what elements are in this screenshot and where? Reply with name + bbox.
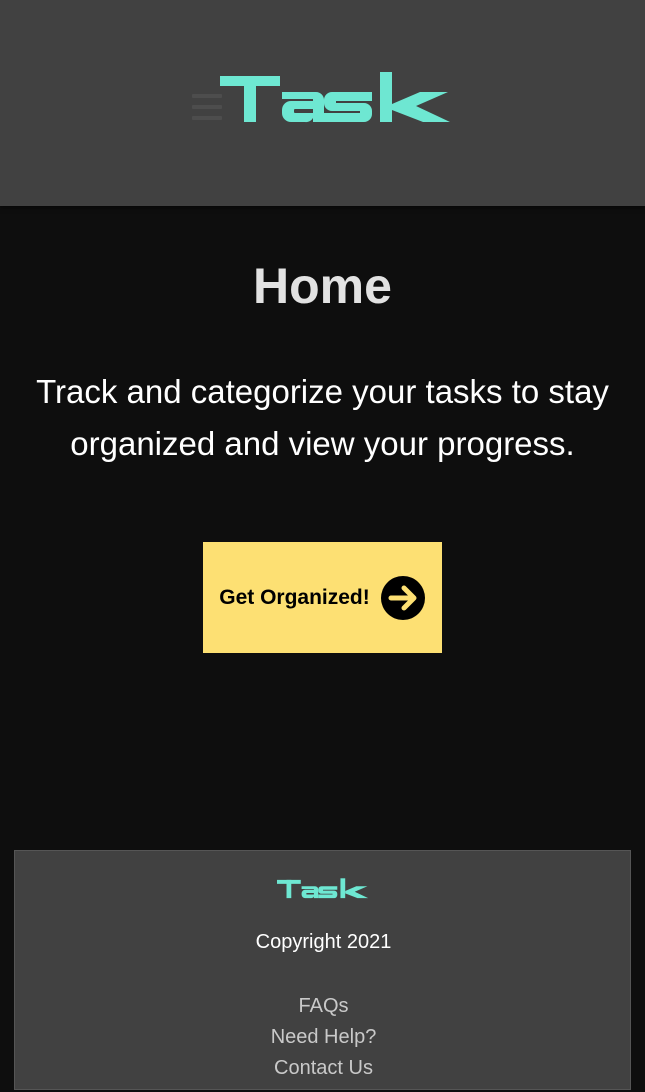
- site-logo[interactable]: [220, 70, 452, 128]
- footer-logo[interactable]: [277, 877, 369, 901]
- arrow-right-circle-icon: [380, 575, 426, 621]
- site-footer: Copyright 2021 FAQs Need Help? Contact U…: [14, 850, 631, 1090]
- footer-link-contact-us[interactable]: Contact Us: [15, 1053, 632, 1084]
- tagline: Track and categorize your tasks to stay …: [36, 373, 609, 462]
- footer-link-faqs[interactable]: FAQs: [15, 991, 632, 1022]
- cta-label: Get Organized!: [219, 585, 370, 609]
- copyright-text: Copyright 2021: [255, 931, 392, 953]
- task-logo-icon: [277, 878, 369, 899]
- task-logo-icon: [220, 72, 450, 123]
- page-title: Home: [253, 258, 392, 314]
- footer-link-need-help[interactable]: Need Help?: [15, 1022, 632, 1053]
- hamburger-menu-icon[interactable]: [192, 94, 222, 122]
- get-organized-button[interactable]: Get Organized!: [203, 542, 442, 653]
- footer-nav: FAQs Need Help? Contact Us: [15, 991, 632, 1084]
- page: Home Track and categorize your tasks to …: [0, 0, 645, 1092]
- site-header: [0, 0, 645, 206]
